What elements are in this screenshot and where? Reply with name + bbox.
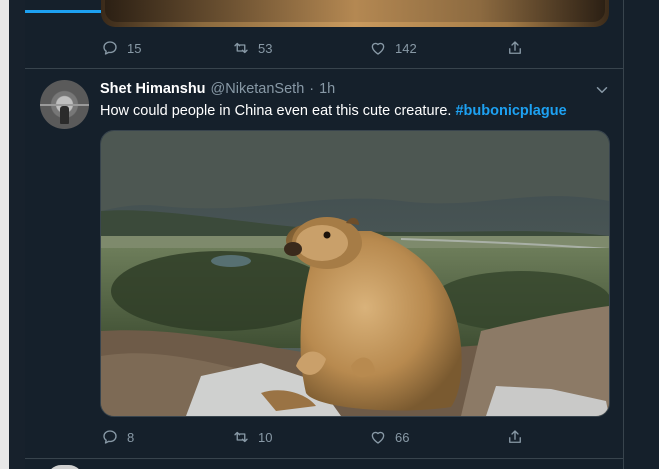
tweet-header: Shet Himanshu @NiketanSeth · 1h xyxy=(100,81,335,97)
reply-icon xyxy=(103,430,117,444)
timeline-feed: 15 53 142 Shet Himanshu @NiketanSeth · 1… xyxy=(25,0,624,469)
right-rail xyxy=(624,0,659,469)
browser-left-gutter xyxy=(0,0,9,469)
reply-button[interactable]: 8 xyxy=(101,428,134,446)
tweet-card[interactable]: Shet Himanshu @NiketanSeth · 1h How coul… xyxy=(25,69,623,458)
avatar-figure xyxy=(60,106,69,124)
left-strip xyxy=(9,0,26,469)
hashtag-link[interactable]: #bubonicplague xyxy=(455,103,566,119)
reply-icon xyxy=(103,41,117,55)
previous-tweet-actions: 15 53 142 xyxy=(101,39,551,59)
share-icon xyxy=(509,41,521,54)
tweet-body: How could people in China even eat this … xyxy=(100,103,452,119)
header-separator: · xyxy=(309,81,315,97)
retweet-icon xyxy=(234,431,248,443)
reply-count: 15 xyxy=(127,40,142,56)
share-icon xyxy=(509,430,521,443)
chevron-down-icon xyxy=(596,87,608,93)
avatar[interactable] xyxy=(40,80,89,129)
tweet-timestamp[interactable]: 1h xyxy=(319,81,335,97)
retweet-count: 53 xyxy=(258,40,273,56)
like-count: 142 xyxy=(395,40,417,56)
like-icon xyxy=(371,431,385,444)
previous-tweet-media[interactable] xyxy=(101,0,609,27)
like-button[interactable]: 66 xyxy=(369,428,409,446)
tweet-divider xyxy=(25,458,623,459)
marmot-photo xyxy=(101,131,609,416)
tweet-text: How could people in China even eat this … xyxy=(100,103,567,119)
tweet-media-photo[interactable] xyxy=(100,130,610,417)
reply-button[interactable]: 15 xyxy=(101,39,141,57)
user-handle[interactable]: @NiketanSeth xyxy=(211,81,305,97)
display-name[interactable]: Shet Himanshu xyxy=(100,81,206,97)
share-button[interactable] xyxy=(506,39,524,57)
next-tweet-avatar[interactable] xyxy=(47,465,83,469)
reply-count: 8 xyxy=(127,429,135,445)
like-count: 66 xyxy=(395,429,410,445)
retweet-button[interactable]: 53 xyxy=(232,39,272,57)
share-button[interactable] xyxy=(506,428,524,446)
retweet-count: 10 xyxy=(258,429,273,445)
retweet-button[interactable]: 10 xyxy=(232,428,272,446)
like-button[interactable]: 142 xyxy=(369,39,417,57)
tweet-menu-button[interactable] xyxy=(593,81,611,99)
retweet-icon xyxy=(234,42,248,54)
previous-tweet-media-image xyxy=(105,0,605,22)
tweet-actions: 8 10 66 xyxy=(101,428,551,448)
like-icon xyxy=(371,42,385,55)
